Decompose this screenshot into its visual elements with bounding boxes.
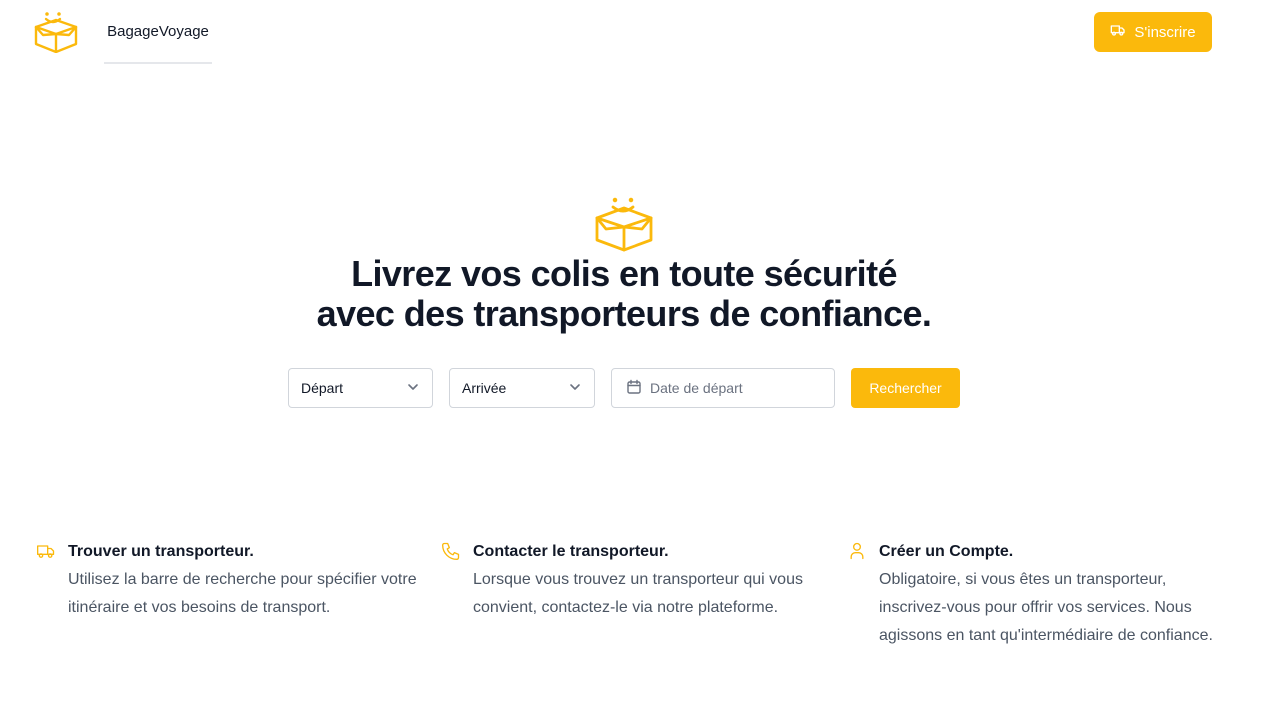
smiling-box-logo-icon[interactable] — [34, 11, 78, 54]
departure-date-placeholder: Date de départ — [650, 380, 743, 396]
feature-text: Créer un Compte. Obligatoire, si vous êt… — [879, 538, 1229, 650]
feature-text: Trouver un transporteur. Utilisez la bar… — [68, 538, 418, 622]
user-icon — [847, 541, 867, 561]
signup-button[interactable]: S'inscrire — [1094, 12, 1212, 52]
hero-title: Livrez vos colis en toute sécurité avec … — [240, 254, 1008, 334]
phone-icon — [441, 541, 461, 561]
search-button[interactable]: Rechercher — [851, 368, 960, 408]
signup-label: S'inscrire — [1134, 23, 1196, 41]
arrival-select-value: Arrivée — [462, 380, 507, 396]
feature-text: Contacter le transporteur. Lorsque vous … — [473, 538, 823, 622]
truck-icon — [1110, 22, 1126, 42]
calendar-icon — [626, 379, 642, 398]
feature-description: Utilisez la barre de recherche pour spéc… — [68, 571, 417, 616]
departure-select[interactable]: Départ — [288, 368, 433, 408]
arrival-select[interactable]: Arrivée — [449, 368, 595, 408]
feature-title: Trouver un transporteur. — [68, 543, 254, 560]
feature-description: Obligatoire, si vous êtes un transporteu… — [879, 571, 1213, 644]
hero-title-line-2: avec des transporteurs de confiance. — [316, 293, 932, 334]
feature-title: Créer un Compte. — [879, 543, 1014, 560]
departure-select-value: Départ — [301, 380, 344, 396]
truck-icon — [36, 541, 56, 561]
feature-description: Lorsque vous trouvez un transporteur qui… — [473, 571, 803, 616]
top-navbar: BagageVoyage S'inscrire — [0, 0, 1280, 64]
hero-title-line-1: Livrez vos colis en toute sécurité — [351, 253, 897, 294]
brand-tab[interactable]: BagageVoyage — [104, 0, 212, 64]
smiling-box-icon — [594, 196, 654, 252]
departure-date-field[interactable]: Date de départ — [611, 368, 835, 408]
feature-title: Contacter le transporteur. — [473, 543, 669, 560]
chevron-down-icon — [568, 380, 582, 397]
chevron-down-icon — [406, 380, 420, 397]
